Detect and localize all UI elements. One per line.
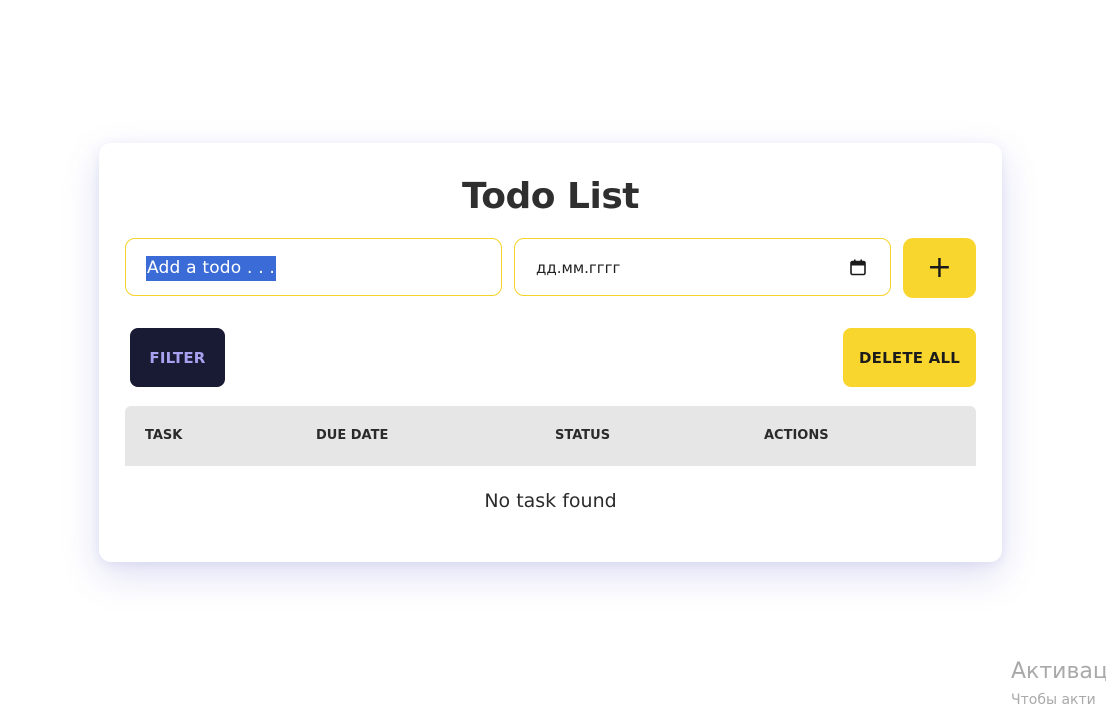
- due-date-placeholder: дд.мм.гггг: [536, 259, 621, 277]
- empty-state-message: No task found: [484, 490, 617, 512]
- watermark-title: Активац: [1011, 659, 1106, 684]
- column-header-status: STATUS: [555, 428, 611, 443]
- filter-button[interactable]: FILTER: [130, 328, 225, 387]
- todo-card: Todo List Add a todo . . . дд.мм.гггг + …: [99, 143, 1002, 562]
- page-title: Todo List: [462, 176, 639, 217]
- due-date-input[interactable]: дд.мм.гггг: [514, 238, 891, 296]
- todo-input-placeholder: Add a todo . . .: [146, 256, 277, 281]
- column-header-actions: ACTIONS: [764, 428, 829, 443]
- plus-icon: +: [926, 250, 953, 285]
- table-header: TASK DUE DATE STATUS ACTIONS: [125, 406, 976, 466]
- delete-all-button[interactable]: DELETE ALL: [843, 328, 976, 387]
- add-todo-button[interactable]: +: [903, 238, 976, 298]
- column-header-task: TASK: [145, 428, 183, 443]
- todo-input[interactable]: Add a todo . . .: [125, 238, 502, 296]
- watermark-subtitle: Чтобы акти: [1011, 692, 1096, 708]
- column-header-due-date: DUE DATE: [316, 428, 389, 443]
- activation-watermark: Активац Чтобы акти: [1011, 658, 1106, 710]
- calendar-icon[interactable]: [850, 259, 866, 276]
